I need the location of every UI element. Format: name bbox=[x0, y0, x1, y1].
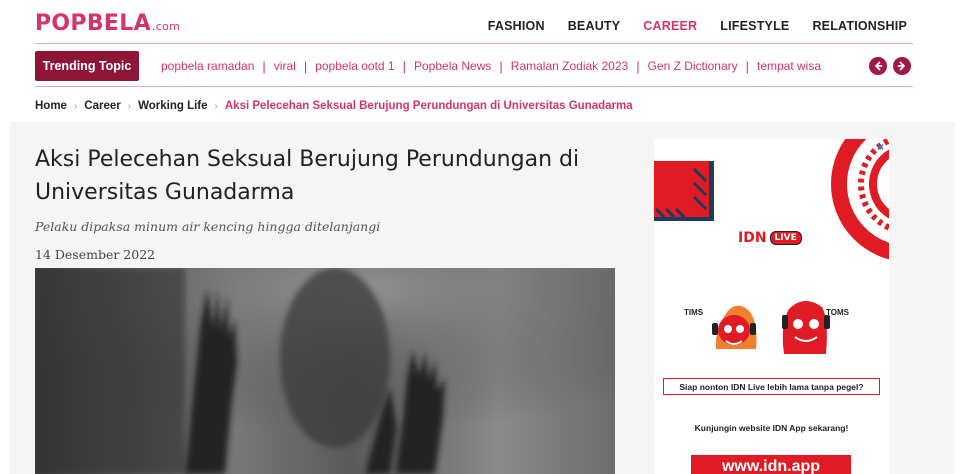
article-title: Aksi Pelecehan Seksual Berujung Perundun… bbox=[35, 147, 580, 205]
breadcrumb-career[interactable]: Career bbox=[84, 100, 120, 112]
ad-close-icon[interactable]: × bbox=[877, 140, 884, 154]
idn-live-ad[interactable]: × IDN LIVE TIMS TOMS Siap nonton IDN Liv… bbox=[654, 139, 889, 474]
ad-brand: IDN bbox=[738, 230, 767, 246]
idn-live-logo: IDN LIVE bbox=[738, 230, 802, 246]
nav-career[interactable]: CAREER bbox=[643, 19, 697, 33]
nav-relationship[interactable]: RELATIONSHIP bbox=[812, 19, 907, 33]
breadcrumb: Home › Career › Working Life › Aksi Pele… bbox=[35, 100, 633, 112]
hero-image-art bbox=[35, 268, 615, 474]
arrow-left-icon[interactable] bbox=[869, 57, 887, 75]
trending-topic-item[interactable]: Gen Z Dictionary bbox=[648, 59, 738, 73]
nav-lifestyle[interactable]: LIFESTYLE bbox=[720, 19, 789, 33]
trending-divider bbox=[35, 86, 913, 87]
header-divider bbox=[35, 43, 913, 44]
trending-topic-item[interactable]: Ramalan Zodiak 2023 bbox=[511, 59, 628, 73]
chevron-right-icon: › bbox=[214, 100, 218, 112]
topic-separator: | bbox=[636, 58, 640, 74]
ad-mascot-left-label: TIMS bbox=[684, 308, 704, 317]
breadcrumb-home[interactable]: Home bbox=[35, 100, 67, 112]
topic-separator: | bbox=[745, 58, 749, 74]
nav-beauty[interactable]: BEAUTY bbox=[568, 19, 621, 33]
trending-topic-item[interactable]: Popbela News bbox=[414, 59, 491, 73]
ad-live-pill: LIVE bbox=[769, 231, 802, 245]
ad-website-button[interactable]: www.idn.app bbox=[691, 455, 851, 474]
topic-separator: | bbox=[303, 58, 308, 74]
mascot-tims bbox=[712, 305, 757, 349]
article-subtitle: Pelaku dipaksa minum air kencing hingga … bbox=[35, 219, 381, 234]
article-hero-image bbox=[35, 268, 615, 474]
chevron-right-icon: › bbox=[127, 100, 132, 112]
nav-fashion[interactable]: FASHION bbox=[488, 19, 545, 33]
trending-topic-item[interactable]: viral bbox=[274, 59, 296, 73]
trending-topic-item[interactable]: popbela ootd 1 bbox=[315, 59, 394, 73]
chevron-right-icon: › bbox=[73, 100, 78, 112]
arrow-right-glyph bbox=[897, 61, 905, 71]
trending-topic-item[interactable]: tempat wisa bbox=[757, 59, 821, 73]
trending-topic-item[interactable]: popbela ramadan bbox=[161, 59, 254, 73]
topic-separator: | bbox=[402, 58, 406, 74]
mascot-toms bbox=[782, 300, 830, 354]
topic-separator: | bbox=[499, 58, 503, 74]
breadcrumb-current: Aksi Pelecehan Seksual Berujung Perundun… bbox=[224, 100, 633, 112]
ad-mascot-right-label: TOMS bbox=[826, 308, 849, 317]
arrow-left-glyph bbox=[875, 61, 883, 71]
main-nav: FASHION BEAUTY CAREER LIFESTYLE RELATION… bbox=[465, 19, 907, 33]
site-header: POPBELA .com FASHION BEAUTY CAREER LIFEST… bbox=[0, 0, 965, 122]
logo-suffix: .com bbox=[151, 20, 181, 33]
topic-separator: | bbox=[262, 58, 266, 74]
ad-promo-text: Siap nonton IDN Live lebih lama tanpa pe… bbox=[663, 378, 880, 395]
article-area: Aksi Pelecehan Seksual Berujung Perundun… bbox=[10, 122, 955, 474]
trending-topic-badge: Trending Topic bbox=[35, 51, 139, 81]
popbela-logo[interactable]: POPBELA .com bbox=[35, 11, 180, 36]
ad-cta-text: Kunjungin website IDN App sekarang! bbox=[694, 423, 849, 433]
logo-brand: POPBELA bbox=[35, 11, 151, 36]
trending-topic-list: popbela ramadan | viral | popbela ootd 1… bbox=[161, 51, 865, 81]
arrow-right-icon[interactable] bbox=[893, 57, 911, 75]
article-date: 14 Desember 2022 bbox=[35, 247, 156, 262]
breadcrumb-working-life[interactable]: Working Life bbox=[138, 100, 207, 112]
